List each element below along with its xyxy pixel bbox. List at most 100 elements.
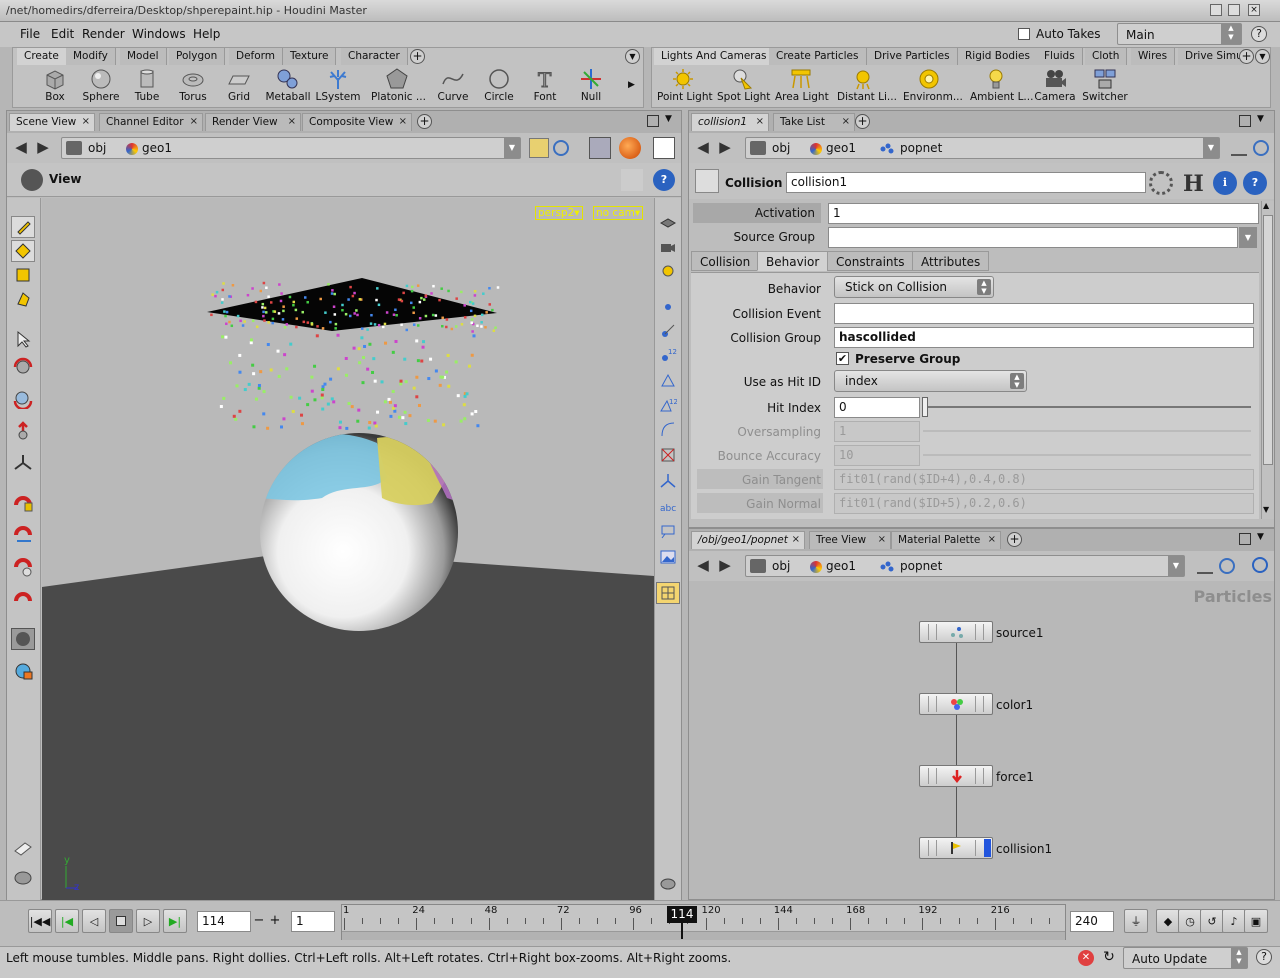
pin-pane-icon[interactable] <box>1197 558 1213 574</box>
tool-null[interactable]: Null <box>565 68 617 103</box>
path-dropdown-icon[interactable]: ▼ <box>504 138 520 158</box>
magnet-icon[interactable] <box>11 588 35 610</box>
view-tool-icon[interactable] <box>21 169 43 191</box>
maximize-pane-icon[interactable] <box>1239 533 1251 545</box>
path-dropdown-icon[interactable]: ▼ <box>1168 556 1184 576</box>
source-group-dropdown-icon[interactable]: ▼ <box>1239 227 1257 248</box>
shelf-tab-model[interactable]: Model <box>120 48 167 65</box>
tab-popnet[interactable]: /obj/geo1/popnet × <box>691 531 805 549</box>
shelf-tab-create[interactable]: Create <box>17 48 67 65</box>
tab-attributes[interactable]: Attributes <box>912 251 990 271</box>
add-pane-tab-button[interactable]: + <box>855 114 870 129</box>
light-view-icon[interactable] <box>656 260 680 282</box>
tool-curve[interactable]: Curve <box>427 68 479 103</box>
oversampling-field[interactable]: 1 <box>834 421 920 442</box>
tool-switcher[interactable]: Switcher <box>1079 68 1131 103</box>
point-number-icon[interactable]: 12 <box>656 344 680 366</box>
crumb-geo1[interactable]: geo1 <box>142 141 172 155</box>
select-objects-icon[interactable] <box>11 288 35 310</box>
scroll-down-icon[interactable]: ▼ <box>1263 505 1269 514</box>
tab-render-view[interactable]: Render View × <box>205 113 301 131</box>
handle-icon[interactable] <box>11 452 35 474</box>
jump-start-icon[interactable]: |◀◀ <box>28 909 52 933</box>
shelf-tab-wires[interactable]: Wires <box>1131 48 1176 65</box>
tool-ambient-light[interactable]: Ambient L... <box>970 68 1033 103</box>
timeline-slider[interactable]: 1 24 48 72 96 120 144 168 192 216 114 <box>341 904 1066 940</box>
shelf-menu-icon[interactable]: ▼ <box>625 49 640 64</box>
tool-platonic[interactable]: Platonic ... <box>371 68 426 103</box>
link-icon[interactable] <box>553 140 569 156</box>
shelf-tab-texture[interactable]: Texture <box>283 48 337 65</box>
shelf-tab-deform[interactable]: Deform <box>229 48 284 65</box>
frame-increment-button[interactable]: + <box>268 911 282 932</box>
stop-icon[interactable] <box>109 909 133 933</box>
crumb-popnet[interactable]: popnet <box>900 559 942 573</box>
audio-icon[interactable]: ⏚ <box>1124 909 1148 933</box>
shelf-tab-lights-and-cameras[interactable]: Lights And Cameras <box>654 48 775 65</box>
pin-pane-icon[interactable] <box>529 138 549 158</box>
shelf-tab-drive-particles[interactable]: Drive Particles <box>867 48 958 65</box>
tool-camera[interactable]: Camera <box>1029 68 1081 103</box>
take-select[interactable]: Main ▲ ▼ <box>1117 23 1242 45</box>
primitive-number-icon[interactable]: 12 <box>656 394 680 416</box>
tool-grid[interactable]: Grid <box>213 68 265 103</box>
timeline-range-bar[interactable] <box>342 931 1065 940</box>
close-tab-icon[interactable]: × <box>190 116 198 127</box>
no-cam-menu[interactable]: no cam▾ <box>593 206 644 220</box>
add-pane-tab-button[interactable]: + <box>417 114 432 129</box>
node-collision1[interactable] <box>919 837 993 859</box>
close-tab-icon[interactable]: × <box>399 116 407 127</box>
display-toolbar-icon[interactable] <box>656 212 680 234</box>
shading-mode-icon[interactable] <box>589 137 611 159</box>
error-icon[interactable]: ✕ <box>1078 950 1094 966</box>
gain-normal-field[interactable]: fit01(rand($ID+5),0.2,0.6) <box>834 493 1254 514</box>
crumb-geo1[interactable]: geo1 <box>826 559 856 573</box>
shelf-tab-modify[interactable]: Modify <box>66 48 116 65</box>
close-tab-icon[interactable]: × <box>988 534 996 545</box>
tool-circle[interactable]: Circle <box>473 68 525 103</box>
menu-render[interactable]: Render <box>82 27 125 41</box>
viewer-options-icon[interactable] <box>656 872 680 894</box>
node-name-field[interactable]: collision1 <box>786 172 1146 193</box>
forward-icon[interactable]: ▶ <box>715 557 735 575</box>
status-help-icon[interactable]: ? <box>1256 949 1272 965</box>
clock-icon[interactable]: ◷ <box>1178 909 1202 933</box>
close-tab-icon[interactable]: × <box>756 116 764 127</box>
crumb-geo1[interactable]: geo1 <box>826 141 856 155</box>
zoom-icon[interactable] <box>11 388 35 410</box>
current-frame-marker[interactable]: 114 <box>667 906 697 923</box>
pin-pane-icon[interactable] <box>1231 140 1247 156</box>
tool-distant-light[interactable]: Distant Li... <box>837 68 897 103</box>
point-normal-icon[interactable] <box>656 320 680 342</box>
step-field[interactable]: 1 <box>291 911 335 932</box>
path-dropdown-icon[interactable]: ▼ <box>1203 138 1219 158</box>
tool-environment-light[interactable]: Environm... <box>903 68 963 103</box>
scroll-up-icon[interactable]: ▲ <box>1263 201 1269 210</box>
crumb-obj[interactable]: obj <box>772 559 790 573</box>
collision-group-field[interactable]: hascollided <box>834 327 1254 348</box>
link-icon[interactable] <box>1253 140 1269 156</box>
scroll-thumb[interactable] <box>1263 215 1273 465</box>
behavior-select[interactable]: Stick on Collision ▲ ▼ <box>834 276 994 298</box>
frame-decrement-button[interactable]: − <box>252 911 266 932</box>
hit-index-field[interactable]: 0 <box>834 397 920 418</box>
stamp-icon[interactable] <box>11 838 35 860</box>
scene-path-field[interactable]: obj geo1 ▼ <box>61 137 521 159</box>
tool-sphere[interactable]: Sphere <box>75 68 127 103</box>
bounce-slider-track[interactable] <box>923 454 1251 456</box>
add-shelf-tab-button[interactable]: + <box>410 49 425 64</box>
activation-field[interactable]: 1 <box>828 203 1259 224</box>
tool-area-light[interactable]: Area Light <box>775 68 829 103</box>
gear-icon[interactable] <box>1149 171 1173 195</box>
close-tab-icon[interactable]: × <box>82 116 90 127</box>
back-icon[interactable]: ◀ <box>693 557 713 575</box>
shelf-right-menu-icon[interactable]: ▼ <box>1255 49 1270 64</box>
tool-point-light[interactable]: Point Light <box>657 68 713 103</box>
tool-torus[interactable]: Torus <box>167 68 219 103</box>
snapshot-icon[interactable] <box>653 137 675 159</box>
origin-icon[interactable] <box>656 470 680 492</box>
background-image-icon[interactable] <box>656 546 680 568</box>
close-tab-icon[interactable]: × <box>878 534 886 545</box>
tab-behavior[interactable]: Behavior <box>757 251 829 271</box>
tool-font[interactable]: T Font <box>519 68 571 103</box>
